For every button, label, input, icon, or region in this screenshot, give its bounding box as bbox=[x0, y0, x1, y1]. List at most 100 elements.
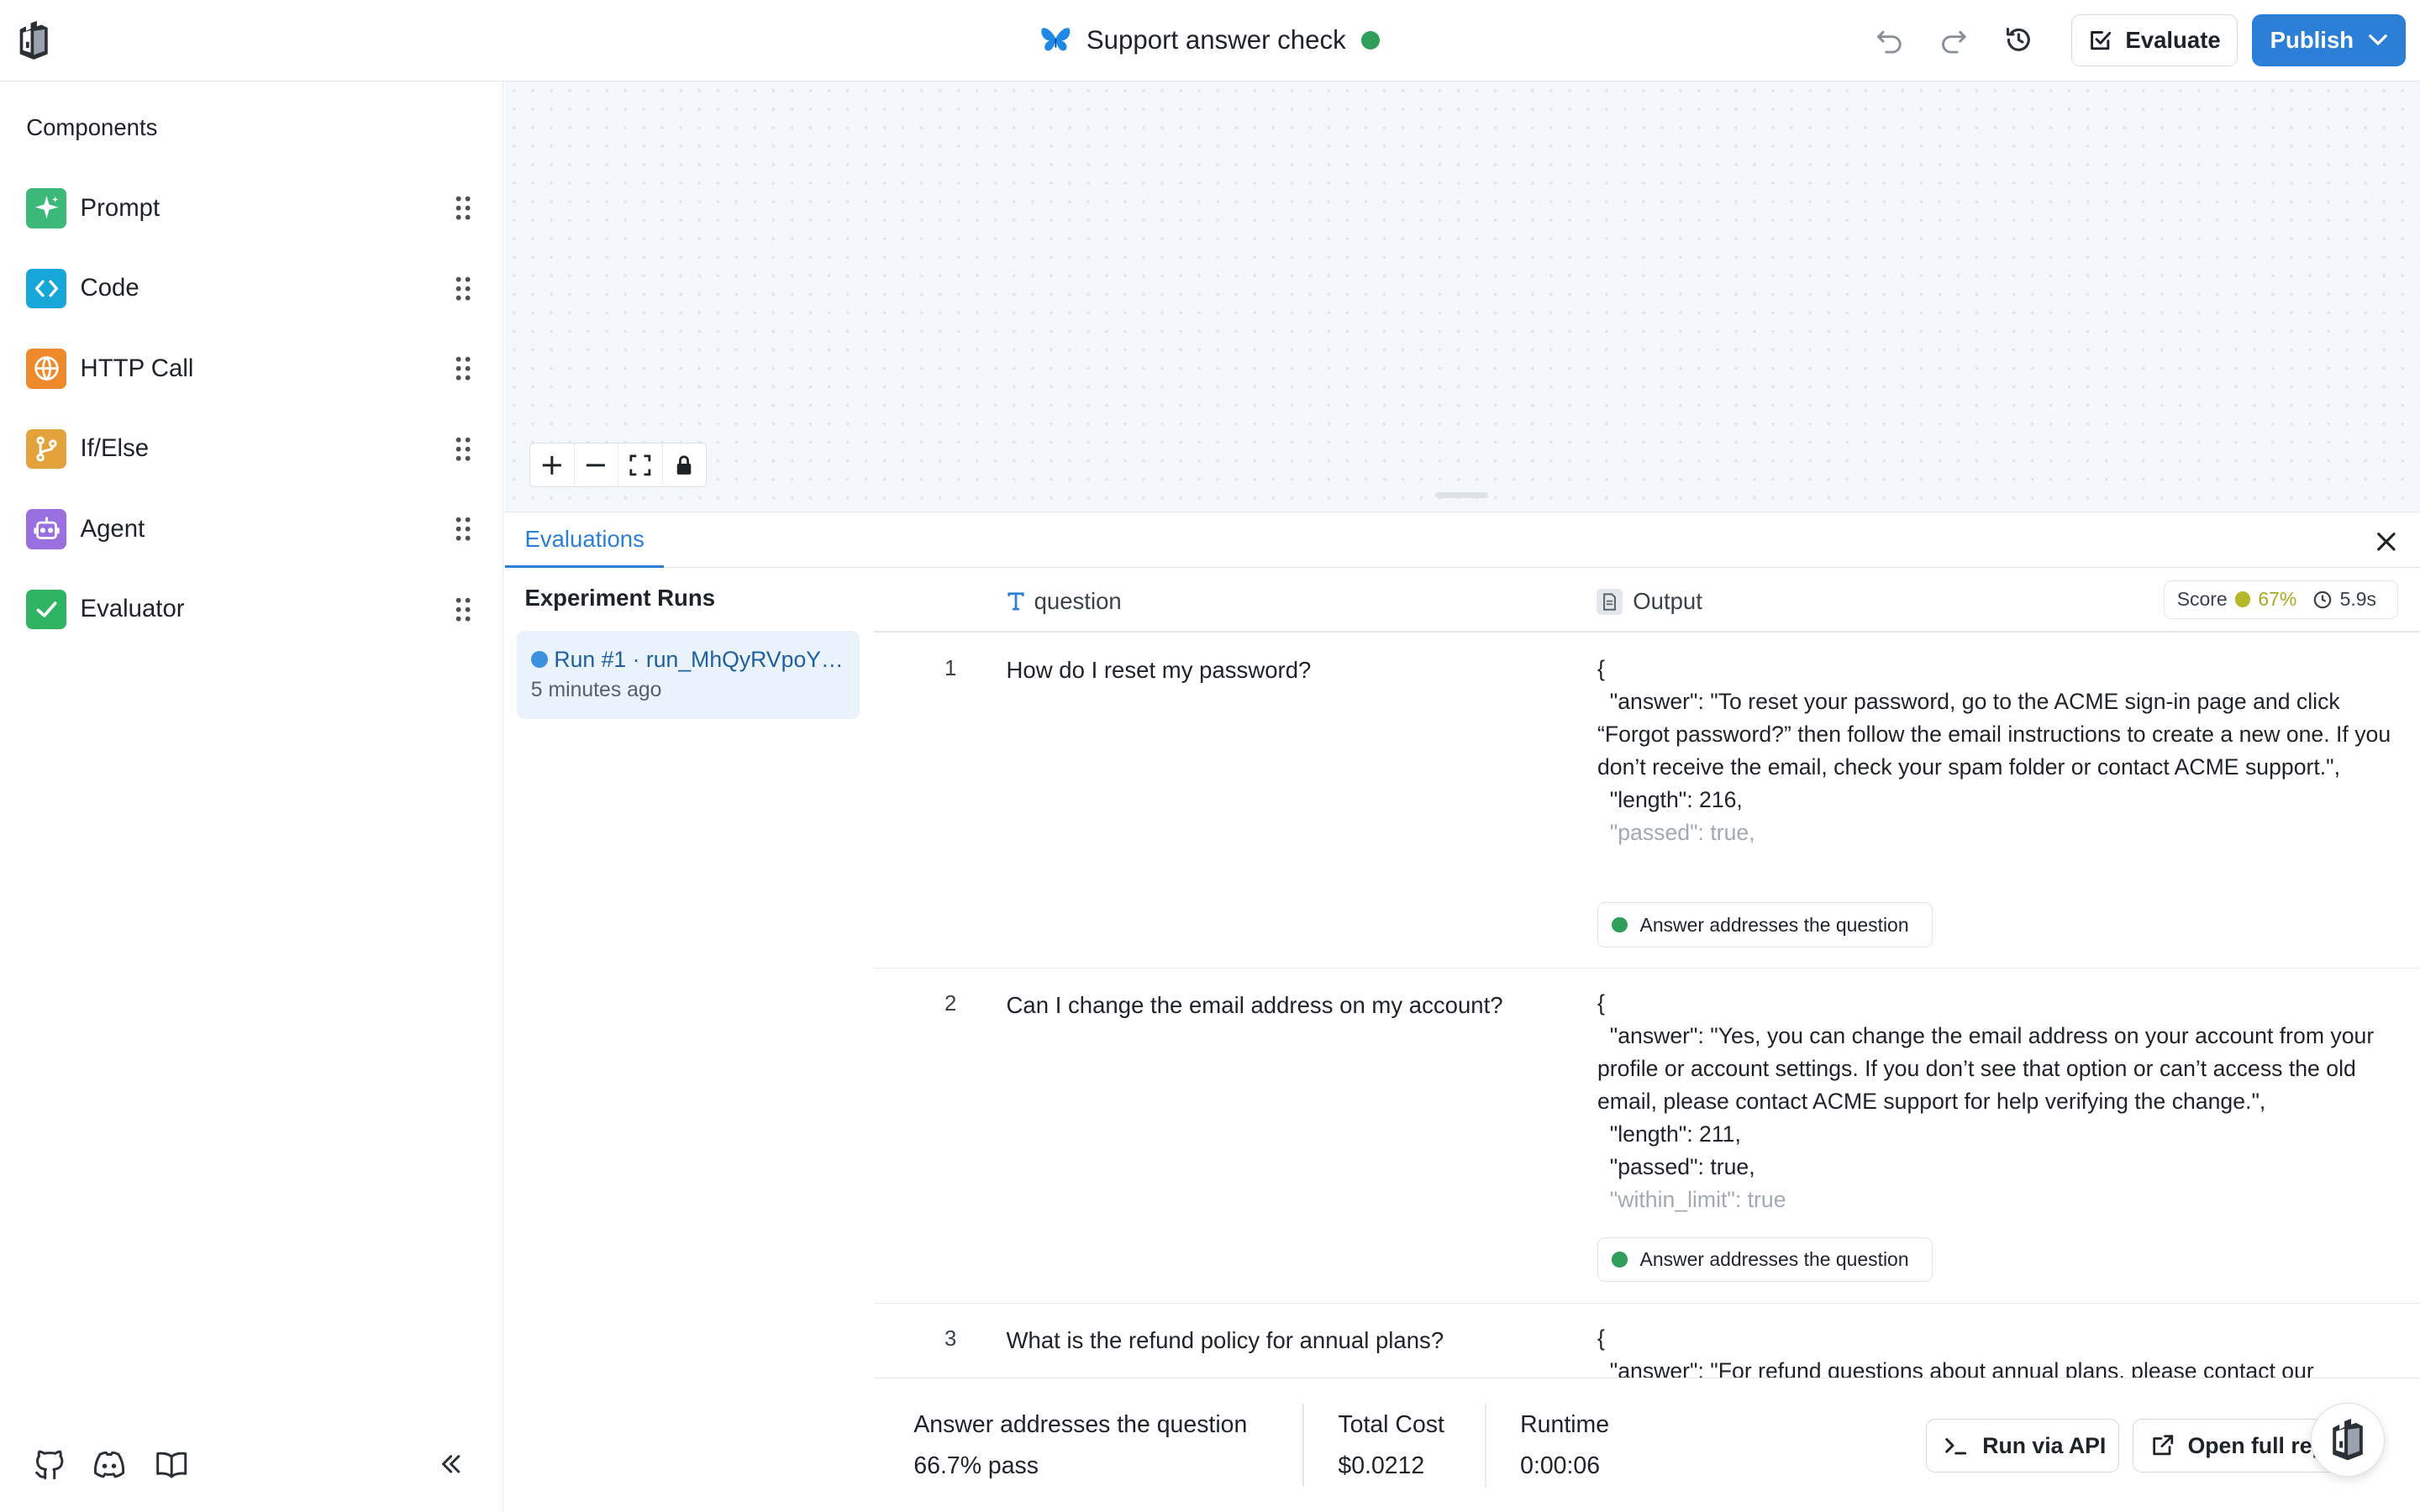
castle-logo bbox=[2332, 1418, 2363, 1461]
drag-handle-icon[interactable] bbox=[455, 517, 471, 541]
zoom-in-icon[interactable] bbox=[530, 444, 575, 487]
publish-label: Publish bbox=[2270, 26, 2354, 53]
tab-evaluations[interactable]: Evaluations bbox=[504, 514, 664, 568]
stat-value: 66.7% pass bbox=[913, 1452, 1039, 1480]
redo-icon[interactable] bbox=[1937, 24, 1970, 57]
zoom-controls bbox=[529, 443, 708, 488]
stat-divider bbox=[1484, 1403, 1486, 1487]
score-dot bbox=[2234, 591, 2251, 607]
fit-view-icon[interactable] bbox=[618, 444, 663, 487]
top-bar: Support answer check Evaluate Publish bbox=[0, 0, 2420, 82]
run-card[interactable]: Run #1 · run_MhQyRVpoY… 5 minutes ago bbox=[517, 631, 860, 719]
chevron-down-icon bbox=[2369, 34, 2388, 46]
row-output[interactable]: { "answer": "For refund questions about … bbox=[1597, 1322, 2400, 1378]
row-number: 2 bbox=[944, 991, 957, 1016]
check-icon bbox=[26, 589, 66, 630]
panel-tabs: Evaluations bbox=[504, 513, 2420, 568]
butterfly-icon bbox=[1040, 26, 1071, 54]
close-icon[interactable] bbox=[2370, 526, 2402, 557]
eval-result-label: Answer addresses the question bbox=[1639, 1248, 1909, 1271]
evaluate-button[interactable]: Evaluate bbox=[2070, 13, 2238, 66]
table-row[interactable]: 1 How do I reset my password? { "answer"… bbox=[873, 633, 2420, 969]
stat-total-cost: Total Cost $0.0212 bbox=[1338, 1411, 1444, 1481]
run-status-dot bbox=[530, 651, 548, 669]
collapse-icon[interactable] bbox=[432, 1446, 469, 1483]
column-header-label: question bbox=[1034, 588, 1122, 615]
summary-footer: Answer addresses the question 66.7% pass… bbox=[873, 1378, 2420, 1512]
clock-icon bbox=[2313, 591, 2332, 609]
drag-handle-icon[interactable] bbox=[455, 276, 471, 301]
status-dot bbox=[1361, 30, 1381, 50]
stat-value: $0.0212 bbox=[1338, 1452, 1425, 1480]
experiment-runs-title: Experiment Runs bbox=[524, 585, 716, 612]
table-row[interactable]: 3 What is the refund policy for annual p… bbox=[874, 1304, 2420, 1378]
branch-icon bbox=[26, 428, 66, 470]
row-number: 3 bbox=[944, 1326, 957, 1351]
zoom-out-icon[interactable] bbox=[575, 444, 619, 487]
score-percent: 67% bbox=[2258, 588, 2297, 611]
stat-divider bbox=[1302, 1403, 1304, 1487]
panel-resize-handle[interactable] bbox=[1435, 491, 1488, 499]
pass-dot bbox=[1612, 916, 1628, 933]
terminal-icon bbox=[1944, 1435, 1968, 1457]
score-label: Score bbox=[2176, 588, 2228, 611]
run-time: 5 minutes ago bbox=[530, 679, 662, 702]
run-name: Run #1 · run_MhQyRVpoY… bbox=[554, 646, 844, 672]
castle-logo[interactable] bbox=[17, 20, 50, 60]
component-label: HTTP Call bbox=[80, 354, 194, 382]
component-if-else[interactable]: If/Else bbox=[26, 426, 476, 472]
component-label: Agent bbox=[80, 514, 145, 543]
column-header-output[interactable]: Output bbox=[1596, 586, 1702, 617]
row-output[interactable]: { "answer": "To reset your password, go … bbox=[1597, 653, 2400, 849]
app-title[interactable]: Support answer check bbox=[1086, 25, 1346, 55]
assistant-launcher-button[interactable] bbox=[2310, 1402, 2385, 1477]
publish-button[interactable]: Publish bbox=[2251, 13, 2407, 66]
drag-handle-icon[interactable] bbox=[455, 356, 471, 381]
row-number: 1 bbox=[944, 657, 957, 681]
github-icon[interactable] bbox=[31, 1446, 68, 1483]
component-http-call[interactable]: HTTP Call bbox=[26, 345, 476, 391]
docs-book-icon[interactable] bbox=[153, 1446, 190, 1483]
column-header-question[interactable]: question bbox=[1007, 586, 1122, 617]
robot-icon bbox=[26, 509, 66, 549]
component-label: Code bbox=[80, 274, 139, 302]
component-label: Prompt bbox=[80, 193, 160, 222]
drag-handle-icon[interactable] bbox=[455, 196, 471, 220]
history-icon[interactable] bbox=[2002, 24, 2035, 57]
component-label: Evaluator bbox=[80, 595, 185, 623]
undo-icon[interactable] bbox=[1872, 24, 1906, 57]
component-evaluator[interactable]: Evaluator bbox=[26, 586, 476, 633]
score-summary: Score 67% 5.9s bbox=[2164, 580, 2399, 619]
run-via-api-button[interactable]: Run via API bbox=[1926, 1418, 2119, 1473]
stat-runtime: Runtime 0:00:06 bbox=[1520, 1411, 1609, 1481]
component-prompt[interactable]: Prompt bbox=[26, 185, 476, 231]
code-icon bbox=[26, 268, 66, 309]
stat-label: Answer addresses the question bbox=[913, 1410, 1248, 1438]
components-sidebar: Components Prompt Code HTTP Call If/Else… bbox=[0, 81, 503, 1512]
evaluate-label: Evaluate bbox=[2125, 26, 2221, 53]
row-question: What is the refund policy for annual pla… bbox=[1006, 1326, 1444, 1353]
stat-label: Total Cost bbox=[1338, 1410, 1444, 1438]
output-text-faded: "passed": true, bbox=[1597, 819, 1755, 845]
title-area: Support answer check bbox=[0, 0, 2420, 81]
row-output[interactable]: { "answer": "Yes, you can change the ema… bbox=[1597, 987, 2400, 1216]
discord-icon[interactable] bbox=[91, 1446, 128, 1483]
component-code[interactable]: Code bbox=[26, 265, 476, 312]
run-via-api-label: Run via API bbox=[1982, 1432, 2107, 1458]
drag-handle-icon[interactable] bbox=[455, 437, 471, 461]
row-question: How do I reset my password? bbox=[1006, 657, 1312, 684]
lock-icon[interactable] bbox=[663, 444, 707, 486]
component-agent[interactable]: Agent bbox=[26, 506, 476, 552]
table-row[interactable]: 2 Can I change the email address on my a… bbox=[873, 969, 2420, 1304]
flow-canvas[interactable] bbox=[504, 81, 2420, 512]
row-question: Can I change the email address on my acc… bbox=[1006, 991, 1503, 1018]
eval-result-badge[interactable]: Answer addresses the question bbox=[1597, 902, 1933, 948]
column-header-label: Output bbox=[1633, 588, 1702, 615]
drag-handle-icon[interactable] bbox=[455, 597, 471, 622]
stat-value: 0:00:06 bbox=[1520, 1452, 1601, 1480]
external-link-icon bbox=[2151, 1434, 2175, 1457]
pass-dot bbox=[1612, 1252, 1628, 1268]
eval-result-badge[interactable]: Answer addresses the question bbox=[1597, 1237, 1933, 1283]
checkbox-icon bbox=[2088, 28, 2112, 52]
eval-result-label: Answer addresses the question bbox=[1639, 913, 1909, 936]
